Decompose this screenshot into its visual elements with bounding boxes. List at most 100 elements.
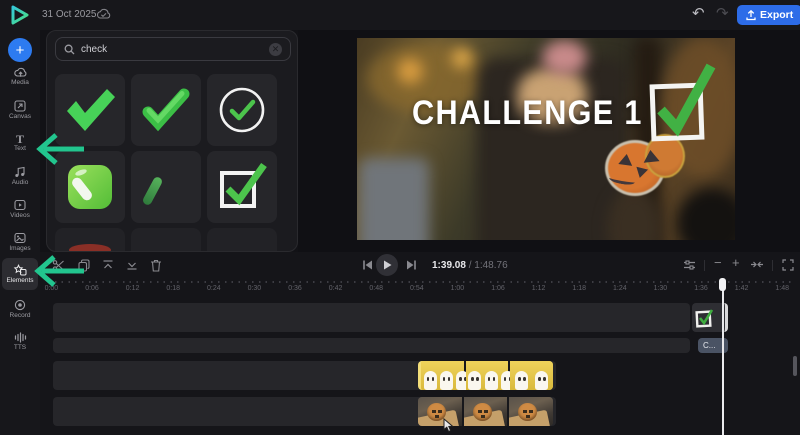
zoom-in-icon[interactable]: + xyxy=(732,255,740,270)
copy-icon[interactable] xyxy=(78,259,90,272)
sidebar-label: Audio xyxy=(12,180,29,187)
sidebar-item-videos[interactable]: Videos xyxy=(2,194,38,224)
play-button[interactable] xyxy=(376,254,398,276)
timeline-tracks: C... xyxy=(40,298,800,435)
elements-icon xyxy=(14,264,27,276)
playhead-handle[interactable] xyxy=(719,278,726,291)
cloud-sync-icon xyxy=(96,8,111,20)
clip-thumbnail xyxy=(466,361,511,390)
videos-icon xyxy=(14,199,26,211)
top-bar: 31 Oct 2025 ↶ ↷ Export xyxy=(0,0,800,30)
project-date: 31 Oct 2025 xyxy=(42,9,96,20)
split-icon[interactable] xyxy=(52,259,65,272)
redo-button[interactable]: ↷ xyxy=(716,4,729,22)
app-logo-icon xyxy=(10,5,30,25)
export-label: Export xyxy=(760,9,793,21)
media-icon xyxy=(14,67,27,78)
record-icon xyxy=(14,299,26,311)
ruler-label: 0:00 xyxy=(45,285,59,292)
ruler-label: 1:12 xyxy=(532,285,546,292)
delete-icon[interactable] xyxy=(150,259,162,272)
clip-thumbnail xyxy=(510,361,553,390)
ruler-label: 1:30 xyxy=(654,285,668,292)
clip-thumbnail xyxy=(418,397,464,426)
clear-search-icon[interactable]: ✕ xyxy=(269,43,282,56)
upload-icon xyxy=(746,10,756,21)
ruler-label: 1:36 xyxy=(694,285,708,292)
fit-timeline-icon[interactable] xyxy=(750,259,764,270)
move-layer-up-icon[interactable] xyxy=(102,259,114,271)
red-element-graphic xyxy=(69,244,111,252)
timeline-toolbar: 1:39.08 / 1:48.76 − + xyxy=(40,252,800,278)
ruler-label: 1:42 xyxy=(735,285,749,292)
sidebar-item-media[interactable]: Media xyxy=(2,62,38,92)
sidebar-item-images[interactable]: Images xyxy=(2,227,38,257)
search-icon xyxy=(64,44,75,55)
audio-icon xyxy=(14,166,26,178)
ruler-label: 1:18 xyxy=(572,285,586,292)
fullscreen-icon[interactable] xyxy=(782,259,794,271)
green-stroke-graphic xyxy=(141,176,163,207)
elements-panel: ✕ xyxy=(46,30,298,252)
play-icon xyxy=(383,260,392,270)
element-tile-stroke[interactable] xyxy=(131,151,201,223)
sidebar-label: Elements xyxy=(6,278,33,285)
track-lane-1 xyxy=(53,303,690,332)
undo-button[interactable]: ↶ xyxy=(692,4,705,22)
checkbox-clip-thumb xyxy=(695,307,715,329)
sidebar-item-text[interactable]: T Text xyxy=(2,128,38,158)
timeline-settings-icon[interactable] xyxy=(683,259,696,271)
sidebar-item-canvas[interactable]: Canvas xyxy=(2,95,38,125)
element-tile-check-3d[interactable] xyxy=(131,74,201,146)
track-lane-2 xyxy=(53,338,690,353)
search-input[interactable] xyxy=(81,44,263,55)
search-box[interactable]: ✕ xyxy=(55,37,291,61)
circle-check-graphic xyxy=(218,86,266,134)
total-time: 1:48.76 xyxy=(474,260,507,271)
green-check-graphic xyxy=(63,87,117,133)
skip-to-start-icon[interactable] xyxy=(362,259,373,271)
preview-area: CHALLENGE 1 xyxy=(298,30,800,252)
sidebar-item-audio[interactable]: Audio xyxy=(2,161,38,191)
playhead-line[interactable] xyxy=(722,280,724,435)
skip-to-end-icon[interactable] xyxy=(406,259,417,271)
canvas-icon xyxy=(14,100,26,112)
overlay-checkbox-graphic[interactable] xyxy=(647,58,719,150)
add-media-button[interactable]: + xyxy=(8,38,32,62)
green-check-3d-graphic xyxy=(143,90,189,130)
element-tile-app-check[interactable] xyxy=(55,151,125,223)
video-editor-app: 31 Oct 2025 ↶ ↷ Export + Media Canvas T … xyxy=(0,0,800,435)
zoom-out-icon[interactable]: − xyxy=(714,255,722,270)
element-tile-partial[interactable] xyxy=(55,228,125,252)
ghost-video-clip[interactable] xyxy=(418,361,553,390)
ruler-label: 0:18 xyxy=(166,285,180,292)
clip-thumbnail xyxy=(464,397,510,426)
overlay-title-text[interactable]: CHALLENGE 1 xyxy=(412,94,643,133)
current-time: 1:39.08 xyxy=(432,260,466,271)
sidebar-item-tts[interactable]: TTS xyxy=(2,327,38,357)
ruler-label: 1:06 xyxy=(491,285,505,292)
ruler-label: 0:30 xyxy=(248,285,262,292)
element-tile-partial[interactable] xyxy=(207,228,277,252)
ruler-label: 0:06 xyxy=(85,285,99,292)
sidebar-label: Record xyxy=(10,313,31,320)
move-layer-down-icon[interactable] xyxy=(126,259,138,271)
ruler-label: 0:36 xyxy=(288,285,302,292)
sidebar-label: Media xyxy=(11,80,29,87)
timeline-scrollbar-thumb[interactable] xyxy=(793,356,797,376)
element-tile-circle-check[interactable] xyxy=(207,74,277,146)
element-tile-partial[interactable] xyxy=(131,228,201,252)
sidebar-item-record[interactable]: Record xyxy=(2,294,38,324)
ruler-label: 0:48 xyxy=(369,285,383,292)
export-button[interactable]: Export xyxy=(737,5,800,25)
timeline-area: 1:39.08 / 1:48.76 − + 0:000:060:120:180:… xyxy=(40,252,800,435)
sidebar-label: Images xyxy=(9,246,30,253)
sidebar-item-elements[interactable]: Elements xyxy=(2,258,38,290)
element-tile-checkbox[interactable] xyxy=(207,151,277,223)
pumpkin-video-clip[interactable] xyxy=(418,397,553,426)
timeline-ruler[interactable]: 0:000:060:120:180:240:300:360:420:480:54… xyxy=(40,278,800,298)
ruler-label: 1:00 xyxy=(451,285,465,292)
ruler-label: 0:54 xyxy=(410,285,424,292)
element-tile-check-flat[interactable] xyxy=(55,74,125,146)
video-preview[interactable]: CHALLENGE 1 xyxy=(357,38,735,240)
